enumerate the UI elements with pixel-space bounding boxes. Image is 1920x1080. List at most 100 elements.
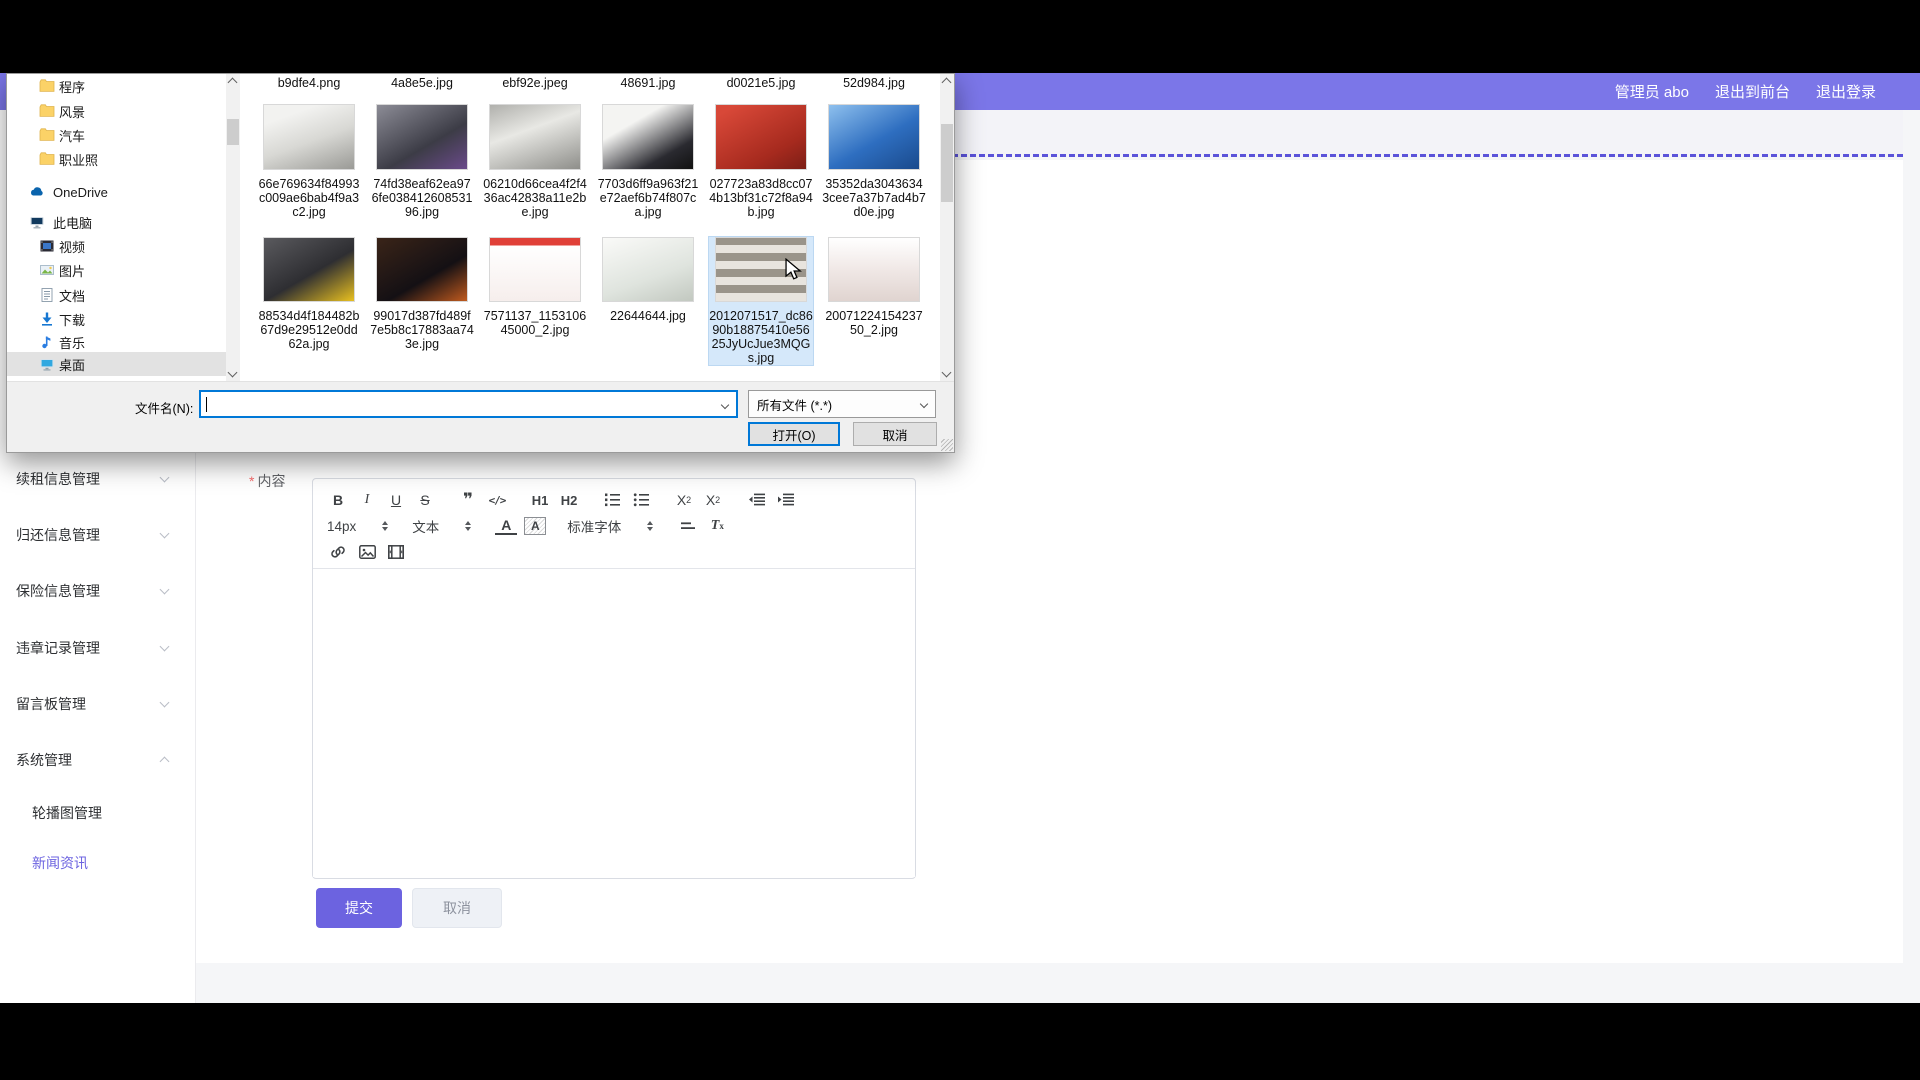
required-asterisk: * <box>249 473 254 489</box>
file-name[interactable]: b9dfe4.png <box>257 76 361 94</box>
cancel-button[interactable]: 取消 <box>412 888 502 928</box>
tree-item-folder[interactable]: 职业照 <box>7 147 226 171</box>
tree-item-folder[interactable]: 汽车 <box>7 123 226 147</box>
heading2-button[interactable]: H2 <box>558 489 580 511</box>
editor-content-area[interactable] <box>313 569 915 877</box>
file-name: 99017d387fd489f7e5b8c17883aa743e.jpg <box>370 309 474 351</box>
sidebar-item-message-board[interactable]: 留言板管理 <box>0 693 196 715</box>
tree-item-onedrive[interactable]: OneDrive <box>7 180 226 204</box>
file-name[interactable]: 52d984.jpg <box>822 76 926 94</box>
file-item-selected[interactable]: 2012071517_dc8690b18875410e5625JyUcJue3M… <box>709 237 813 365</box>
file-name[interactable]: ebf92e.jpeg <box>483 76 587 94</box>
open-button[interactable]: 打开(O) <box>748 422 840 446</box>
stepper-icon <box>465 521 471 531</box>
tree-item-downloads[interactable]: 下载 <box>7 307 226 331</box>
paragraph-format-select[interactable]: 文本 <box>412 516 471 536</box>
file-thumbnail <box>828 237 920 302</box>
folder-icon <box>39 103 55 119</box>
align-icon[interactable] <box>677 515 699 537</box>
tree-item-desktop[interactable]: 桌面 <box>7 352 226 376</box>
font-family-select[interactable]: 标准字体 <box>567 516 653 536</box>
file-item[interactable]: 22644644.jpg <box>596 237 700 365</box>
chevron-down-icon <box>160 585 170 595</box>
heading1-button[interactable]: H1 <box>529 489 551 511</box>
folder-icon <box>39 78 55 94</box>
file-item[interactable]: 74fd38eaf62ea976fe03841260853196.jpg <box>370 104 474 219</box>
strikethrough-button[interactable]: S <box>414 489 436 511</box>
submit-button[interactable]: 提交 <box>316 888 402 928</box>
code-button[interactable]: </> <box>486 489 508 511</box>
file-list-scrollbar[interactable] <box>940 74 954 381</box>
background-color-button[interactable]: A <box>524 517 546 535</box>
exit-to-front-link[interactable]: 退出到前台 <box>1715 81 1790 102</box>
clear-format-button[interactable]: Tx <box>706 515 728 537</box>
sidebar-item-violation[interactable]: 违章记录管理 <box>0 637 196 659</box>
sidebar-item-insurance[interactable]: 保险信息管理 <box>0 580 196 602</box>
bold-button[interactable]: B <box>327 489 349 511</box>
scroll-down-icon[interactable] <box>228 368 238 378</box>
stepper-icon <box>382 521 388 531</box>
dialog-cancel-button[interactable]: 取消 <box>853 422 937 446</box>
file-name[interactable]: d0021e5.jpg <box>709 76 813 94</box>
chevron-down-icon[interactable] <box>721 401 729 409</box>
tree-item-folder[interactable]: 程序 <box>7 74 226 98</box>
tree-item-documents[interactable]: 文档 <box>7 283 226 307</box>
file-item[interactable]: 66e769634f84993c009ae6bab4f9a3c2.jpg <box>257 104 361 219</box>
tree-item-this-pc[interactable]: 此电脑 <box>7 210 226 234</box>
file-name: 88534d4f184482b67d9e29512e0dd62a.jpg <box>257 309 361 351</box>
file-thumbnail <box>715 104 807 170</box>
ordered-list-icon[interactable] <box>601 489 623 511</box>
font-size-select[interactable]: 14px <box>327 519 388 534</box>
file-item[interactable]: 027723a83d8cc074b13bf31c72f8a94b.jpg <box>709 104 813 219</box>
logout-link[interactable]: 退出登录 <box>1816 81 1876 102</box>
tree-item-videos[interactable]: 视频 <box>7 234 226 258</box>
scroll-up-icon[interactable] <box>228 78 238 88</box>
scroll-up-icon[interactable] <box>942 78 952 88</box>
file-item[interactable]: 2007122415423750_2.jpg <box>822 237 926 365</box>
sidebar-item-return[interactable]: 归还信息管理 <box>0 524 196 546</box>
file-name[interactable]: 48691.jpg <box>596 76 700 94</box>
editor-toolbar: B I U S ❞ </> H1 H2 <box>313 479 915 569</box>
file-item[interactable]: 88534d4f184482b67d9e29512e0dd62a.jpg <box>257 237 361 365</box>
blockquote-button[interactable]: ❞ <box>457 489 479 511</box>
filename-input[interactable] <box>199 390 738 418</box>
indent-icon[interactable] <box>774 489 796 511</box>
outdent-icon[interactable] <box>745 489 767 511</box>
file-name: 35352da30436343cee7a37b7ad4b7d0e.jpg <box>822 177 926 219</box>
file-name[interactable]: 4a8e5e.jpg <box>370 76 474 94</box>
tree-scrollbar[interactable] <box>226 74 240 381</box>
tree-item-folder[interactable]: 风景 <box>7 99 226 123</box>
text-caret <box>206 397 207 412</box>
file-item[interactable]: 7571137_115310645000_2.jpg <box>483 237 587 365</box>
sidebar-item-news[interactable]: 新闻资讯 <box>0 852 196 874</box>
file-name: 2012071517_dc8690b18875410e5625JyUcJue3M… <box>709 309 813 365</box>
scroll-down-icon[interactable] <box>942 368 952 378</box>
file-item[interactable]: 99017d387fd489f7e5b8c17883aa743e.jpg <box>370 237 474 365</box>
rich-text-editor: B I U S ❞ </> H1 H2 <box>312 478 916 879</box>
bullet-list-icon[interactable] <box>630 489 652 511</box>
subscript-button[interactable]: X2 <box>673 489 695 511</box>
scrollbar-thumb[interactable] <box>227 119 239 145</box>
tree-item-pictures[interactable]: 图片 <box>7 258 226 282</box>
image-icon[interactable] <box>356 541 378 563</box>
sidebar-item-carousel[interactable]: 轮播图管理 <box>0 802 196 824</box>
italic-button[interactable]: I <box>356 489 378 511</box>
tree-item-music[interactable]: 音乐 <box>7 330 226 354</box>
scrollbar-thumb[interactable] <box>941 124 953 202</box>
underline-button[interactable]: U <box>385 489 407 511</box>
sidebar-item-system[interactable]: 系统管理 <box>0 749 196 771</box>
file-thumbnail <box>489 104 581 170</box>
file-type-filter-select[interactable]: 所有文件 (*.*) <box>748 390 936 418</box>
chevron-down-icon <box>160 698 170 708</box>
resize-grip-icon[interactable] <box>941 439 953 451</box>
file-name: 22644644.jpg <box>596 309 700 323</box>
video-icon[interactable] <box>385 541 407 563</box>
file-item[interactable]: 06210d66cea4f2f436ac42838a11e2be.jpg <box>483 104 587 219</box>
superscript-button[interactable]: X2 <box>702 489 724 511</box>
file-name: 7703d6ff9a963f21e72aef6b74f807ca.jpg <box>596 177 700 219</box>
file-item[interactable]: 7703d6ff9a963f21e72aef6b74f807ca.jpg <box>596 104 700 219</box>
file-item[interactable]: 35352da30436343cee7a37b7ad4b7d0e.jpg <box>822 104 926 219</box>
sidebar-item-renewal[interactable]: 续租信息管理 <box>0 468 196 490</box>
font-color-button[interactable]: A <box>495 517 517 535</box>
link-icon[interactable] <box>327 541 349 563</box>
